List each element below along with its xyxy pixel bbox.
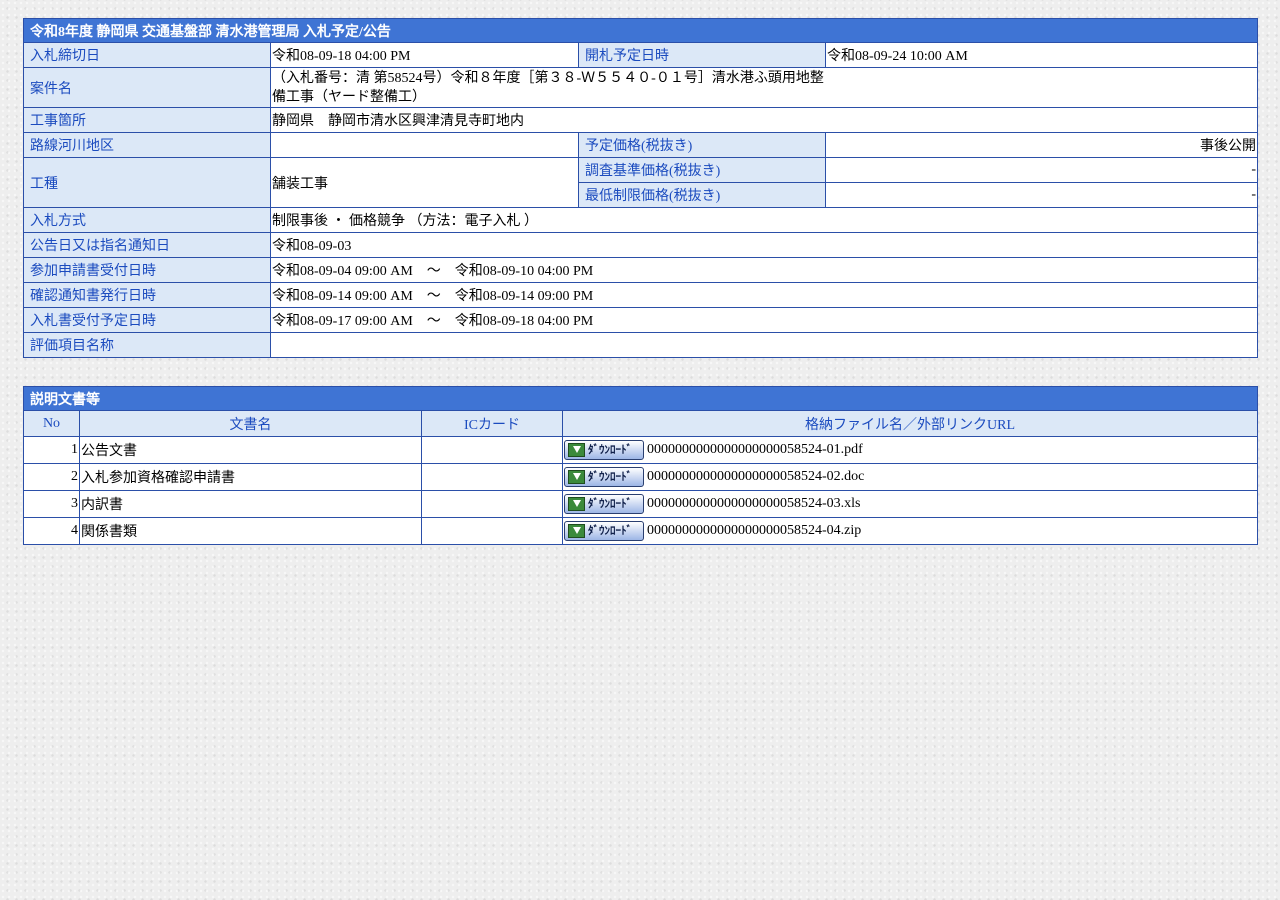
doc-file-name: 0000000000000000000058524-01.pdf: [647, 442, 863, 457]
doc-name: 公告文書: [79, 436, 422, 464]
doc-ic-card: [421, 463, 563, 491]
doc-file-name: 0000000000000000000058524-02.doc: [647, 469, 865, 484]
doc-ic-card: [421, 436, 563, 464]
column-header-no: No: [23, 410, 80, 437]
documents-title: 説明文書等: [23, 386, 1258, 411]
project-name-value: （入札番号：清 第58524号）令和８年度［第３８-Ｗ５５４０-０１号］清水港ふ…: [272, 70, 824, 105]
bid-deadline-label: 入札締切日: [23, 42, 271, 68]
download-icon: [568, 470, 585, 484]
doc-file-name: 0000000000000000000058524-03.xls: [647, 496, 861, 511]
doc-file-cell: ﾀﾞｳﾝﾛｰﾄﾞ 0000000000000000000058524-03.xls: [562, 490, 1258, 518]
doc-no: 1: [23, 436, 80, 464]
bid-notice-table: 令和8年度 静岡県 交通基盤部 清水港管理局 入札予定/公告 入札締切日 令和0…: [22, 18, 1259, 358]
application-period-label: 参加申請書受付日時: [23, 257, 271, 283]
route-value: [270, 132, 579, 158]
announce-date-label: 公告日又は指名通知日: [23, 232, 271, 258]
column-header-ic-card: ICカード: [421, 410, 563, 437]
work-type-value: 舗装工事: [270, 157, 579, 208]
download-button[interactable]: ﾀﾞｳﾝﾛｰﾄﾞ: [564, 521, 644, 541]
notice-title: 令和8年度 静岡県 交通基盤部 清水港管理局 入札予定/公告: [22, 18, 1259, 43]
confirmation-period-label: 確認通知書発行日時: [23, 282, 271, 308]
doc-no: 2: [23, 463, 80, 491]
min-price-label: 最低制限価格(税抜き): [578, 182, 826, 208]
column-header-doc-name: 文書名: [79, 410, 422, 437]
bid-method-value: 制限事後 ・ 価格競争 （方法：電子入札 ）: [269, 207, 1259, 233]
route-label: 路線河川地区: [23, 132, 271, 158]
planned-price-label: 予定価格(税抜き): [578, 132, 826, 158]
doc-file-name: 0000000000000000000058524-04.zip: [647, 523, 862, 538]
project-name-cell: （入札番号：清 第58524号）令和８年度［第３８-Ｗ５５４０-０１号］清水港ふ…: [269, 67, 1259, 108]
opening-date-label: 開札予定日時: [578, 42, 826, 68]
evaluation-items-label: 評価項目名称: [23, 332, 271, 358]
doc-no: 4: [23, 517, 80, 545]
column-header-file-name: 格納ファイル名／外部リンクURL: [562, 410, 1258, 437]
doc-file-cell: ﾀﾞｳﾝﾛｰﾄﾞ 0000000000000000000058524-04.zip: [562, 517, 1258, 545]
bid-deadline-value: 令和08-09-18 04:00 PM: [270, 42, 579, 68]
confirmation-period-value: 令和08-09-14 09:00 AM ～ 令和08-09-14 09:00 P…: [269, 282, 1259, 308]
doc-ic-card: [421, 490, 563, 518]
evaluation-items-value: [269, 332, 1259, 358]
location-label: 工事箇所: [23, 107, 271, 133]
bid-form-period-value: 令和08-09-17 09:00 AM ～ 令和08-09-18 04:00 P…: [269, 307, 1259, 333]
survey-price-label: 調査基準価格(税抜き): [578, 157, 826, 183]
download-icon: [568, 497, 585, 511]
announce-date-value: 令和08-09-03: [269, 232, 1259, 258]
doc-name: 入札参加資格確認申請書: [79, 463, 422, 491]
bid-method-label: 入札方式: [23, 207, 271, 233]
download-button-label: ﾀﾞｳﾝﾛｰﾄﾞ: [588, 470, 632, 483]
opening-date-value: 令和08-09-24 10:00 AM: [824, 42, 1259, 68]
download-button-label: ﾀﾞｳﾝﾛｰﾄﾞ: [588, 497, 632, 510]
project-name-label: 案件名: [23, 67, 271, 108]
bid-form-period-label: 入札書受付予定日時: [23, 307, 271, 333]
table-row: 3 内訳書 ﾀﾞｳﾝﾛｰﾄﾞ 0000000000000000000058524-…: [23, 490, 1258, 518]
min-price-value: -: [824, 182, 1259, 208]
download-button[interactable]: ﾀﾞｳﾝﾛｰﾄﾞ: [564, 440, 644, 460]
doc-ic-card: [421, 517, 563, 545]
survey-price-value: -: [824, 157, 1259, 183]
doc-file-cell: ﾀﾞｳﾝﾛｰﾄﾞ 0000000000000000000058524-01.pdf: [562, 436, 1258, 464]
download-button[interactable]: ﾀﾞｳﾝﾛｰﾄﾞ: [564, 494, 644, 514]
download-button-label: ﾀﾞｳﾝﾛｰﾄﾞ: [588, 524, 632, 537]
download-icon: [568, 524, 585, 538]
download-button[interactable]: ﾀﾞｳﾝﾛｰﾄﾞ: [564, 467, 644, 487]
doc-file-cell: ﾀﾞｳﾝﾛｰﾄﾞ 0000000000000000000058524-02.doc: [562, 463, 1258, 491]
location-value: 静岡県 静岡市清水区興津清見寺町地内: [269, 107, 1259, 133]
table-row: 4 関係書類 ﾀﾞｳﾝﾛｰﾄﾞ 0000000000000000000058524…: [23, 517, 1258, 545]
application-period-value: 令和08-09-04 09:00 AM ～ 令和08-09-10 04:00 P…: [269, 257, 1259, 283]
table-row: 1 公告文書 ﾀﾞｳﾝﾛｰﾄﾞ 0000000000000000000058524…: [23, 436, 1258, 464]
doc-name: 関係書類: [79, 517, 422, 545]
doc-no: 3: [23, 490, 80, 518]
download-icon: [568, 443, 585, 457]
documents-table: 説明文書等 No 文書名 ICカード 格納ファイル名／外部リンクURL 1 公告…: [23, 386, 1258, 545]
doc-name: 内訳書: [79, 490, 422, 518]
work-type-label: 工種: [23, 157, 271, 208]
table-row: 2 入札参加資格確認申請書 ﾀﾞｳﾝﾛｰﾄﾞ 000000000000000000…: [23, 463, 1258, 491]
planned-price-value: 事後公開: [824, 132, 1259, 158]
download-button-label: ﾀﾞｳﾝﾛｰﾄﾞ: [588, 443, 632, 456]
